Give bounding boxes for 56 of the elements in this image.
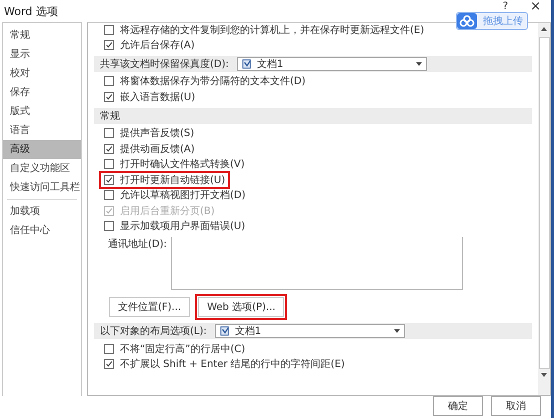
help-button[interactable]: ? bbox=[502, 1, 508, 12]
checkbox[interactable] bbox=[104, 221, 114, 232]
sidebar-item[interactable]: 保存 bbox=[3, 83, 81, 102]
sidebar-item[interactable]: 校对 bbox=[3, 64, 81, 83]
checkbox-label: 打开时确认文件格式转换(V) bbox=[120, 158, 245, 172]
window-title: Word 选项 bbox=[4, 4, 58, 19]
section-title: 常规 bbox=[100, 110, 120, 122]
checkbox-label: 嵌入语言数据(U) bbox=[120, 90, 196, 104]
checkbox[interactable] bbox=[104, 128, 114, 138]
scrollbar[interactable] bbox=[538, 23, 550, 395]
dialog-button[interactable]: 取消 bbox=[491, 396, 541, 416]
checkbox-label: 打开时更新自动链接(U) bbox=[120, 174, 226, 187]
checkbox-label: 将窗体数据保存为带分隔符的文本文件(D) bbox=[120, 74, 306, 88]
checkbox-label: 允许后台保存(A) bbox=[120, 38, 195, 52]
close-button[interactable]: × bbox=[530, 0, 541, 13]
sidebar-item[interactable]: 显示 bbox=[3, 45, 81, 64]
checkbox-label: 启用后台重新分页(B) bbox=[120, 204, 215, 218]
section-title: 以下对象的布局选项(L): bbox=[100, 324, 207, 338]
dialog-button[interactable]: 确定 bbox=[433, 396, 483, 416]
sidebar-item[interactable]: 语言 bbox=[3, 121, 81, 140]
checkbox-label: 提供声音反馈(S) bbox=[120, 126, 194, 140]
sidebar-item[interactable]: 版式 bbox=[3, 102, 81, 121]
address-field[interactable] bbox=[170, 237, 463, 290]
caret-icon bbox=[394, 329, 400, 333]
sidebar-item[interactable]: 信任中心 bbox=[3, 221, 81, 240]
checkbox-label: 将远程存储的文件复制到您的计算机上，并在保存时更新远程文件(E) bbox=[120, 24, 424, 37]
sidebar-item[interactable]: 常规 bbox=[3, 26, 81, 45]
checkbox[interactable] bbox=[104, 92, 114, 102]
sidebar-item[interactable]: 加载项 bbox=[3, 202, 81, 221]
checkbox[interactable] bbox=[104, 159, 114, 170]
checkbox-label: 不扩展以 Shift + Enter 结尾的行中的字符间距(E) bbox=[120, 358, 345, 372]
checkbox-label: 不将“固定行高”的行居中(C) bbox=[120, 342, 246, 356]
sidebar-item[interactable]: 高级 bbox=[3, 140, 81, 159]
section-title: 共享该文档时保留保真度(D): bbox=[100, 58, 229, 70]
checkbox[interactable] bbox=[104, 359, 114, 370]
document-dropdown[interactable]: 文档1 bbox=[214, 324, 405, 338]
sidebar-item[interactable]: 自定义功能区 bbox=[3, 159, 81, 178]
document-icon bbox=[242, 58, 252, 68]
document-icon bbox=[220, 326, 230, 336]
checkbox[interactable] bbox=[104, 344, 114, 354]
checkbox-label: 显示加载项用户界面错误(U) bbox=[120, 220, 246, 234]
checkbox[interactable] bbox=[104, 144, 114, 154]
option-button[interactable]: 文件位置(F)... bbox=[109, 297, 190, 317]
checkbox[interactable] bbox=[104, 25, 114, 35]
cloud-icon bbox=[457, 13, 477, 29]
checkbox-label: 允许以草稿视图打开文档(D) bbox=[120, 188, 246, 202]
option-button[interactable]: Web 选项(P)... bbox=[198, 297, 284, 317]
checkbox[interactable] bbox=[104, 76, 114, 86]
checkbox[interactable] bbox=[104, 174, 114, 185]
caret-icon bbox=[416, 62, 422, 66]
document-dropdown[interactable]: 文档1 bbox=[236, 56, 427, 70]
checkbox[interactable] bbox=[104, 40, 114, 50]
checkbox-label: 提供动画反馈(A) bbox=[120, 142, 195, 156]
checkbox[interactable] bbox=[104, 190, 114, 200]
sidebar-item[interactable]: 快速访问工具栏 bbox=[3, 178, 81, 197]
field-label: 通讯地址(D): bbox=[108, 238, 167, 252]
